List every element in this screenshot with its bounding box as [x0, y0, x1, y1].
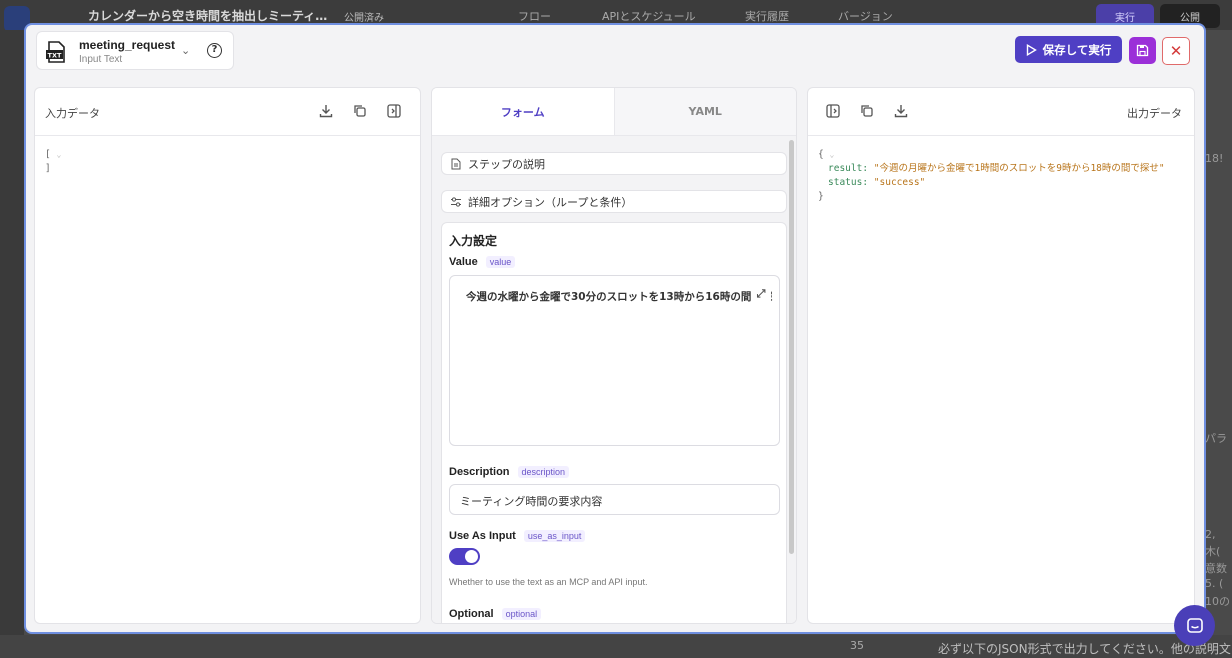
output-data-header: 出力データ — [808, 88, 1194, 136]
value-key-tag: value — [485, 256, 516, 268]
code-line: ] — [45, 163, 51, 174]
description-label: Description — [449, 466, 510, 478]
node-name: meeting_request — [79, 38, 176, 52]
input-data-json: [ ⌄ ] — [45, 148, 61, 176]
code-line: [ ⌄ — [45, 149, 62, 160]
description-field-label: Description description — [449, 466, 570, 478]
copy-icon[interactable] — [352, 103, 368, 119]
optional-key-tag: optional — [501, 608, 542, 620]
description-input[interactable]: ミーティング時間の要求内容 — [449, 484, 780, 515]
value-label: Value — [449, 256, 478, 268]
advanced-options-label: 詳細オプション（ループと条件） — [468, 195, 633, 209]
collapse-panel-icon[interactable] — [386, 103, 402, 119]
value-text: 今週の水曜から金曜で30分のスロットを13時から16時の間で探 — [466, 291, 773, 303]
code-line: } — [818, 191, 824, 202]
tab-yaml[interactable]: YAML — [613, 88, 796, 135]
status-value: "success" — [873, 177, 926, 188]
input-data-header: 入力データ — [35, 88, 420, 136]
save-and-run-label: 保存して実行 — [1042, 42, 1112, 57]
input-settings-title: 入力設定 — [449, 234, 498, 248]
expand-panel-icon[interactable] — [825, 103, 841, 119]
output-data-title: 出力データ — [1127, 107, 1182, 120]
optional-field-label: Optional optional — [449, 608, 542, 620]
sliders-icon — [451, 197, 461, 207]
tab-form[interactable]: フォーム — [432, 88, 614, 135]
result-key: result: — [828, 163, 869, 174]
document-icon — [451, 158, 461, 170]
background-text-fragment: パラ — [1205, 432, 1227, 445]
use-as-input-field-label: Use As Input use_as_input — [449, 530, 586, 542]
settings-panel: フォーム YAML ステップの説明 詳細オプション（ループと条件） 入力設定 V… — [431, 87, 797, 624]
close-button[interactable]: ✕ — [1162, 37, 1190, 65]
advanced-options-toggle[interactable]: 詳細オプション（ループと条件） — [441, 190, 787, 213]
save-and-run-button[interactable]: 保存して実行 — [1015, 36, 1122, 63]
background-tab-history: 実行履歴 — [745, 10, 789, 23]
chevron-down-icon[interactable]: ⌄ — [181, 44, 190, 57]
input-settings-card: 入力設定 Value value 今週の水曜から金曜で30分のスロットを13時か… — [441, 222, 787, 623]
background-text-fragment: 木( — [1205, 545, 1221, 558]
download-icon[interactable] — [318, 103, 334, 119]
status-key: status: — [828, 177, 869, 188]
background-text-fragment: 18! — [1205, 152, 1224, 165]
background-tab-flow: フロー — [518, 10, 551, 23]
svg-text:TXT: TXT — [48, 52, 62, 60]
use-as-input-key-tag: use_as_input — [523, 530, 586, 542]
use-as-input-toggle[interactable] — [449, 548, 480, 565]
value-textarea[interactable]: 今週の水曜から金曜で30分のスロットを13時から16時の間で探 ⤢ — [449, 275, 780, 446]
close-icon: ✕ — [1169, 42, 1183, 60]
modal-header: TXT meeting_request Input Text ⌄ ? 保存して実… — [26, 25, 1204, 81]
optional-label: Optional — [449, 608, 494, 620]
output-data-panel: 出力データ { ⌄ result: "今週の月曜から金曜で1時間のスロットを9時… — [807, 87, 1195, 624]
use-as-input-hint: Whether to use the text as an MCP and AP… — [449, 577, 648, 587]
node-editor-modal: TXT meeting_request Input Text ⌄ ? 保存して実… — [24, 23, 1206, 634]
background-text-fragment: 5. ( — [1205, 577, 1224, 590]
node-type: Input Text — [79, 54, 123, 65]
node-selector[interactable]: TXT meeting_request Input Text ⌄ ? — [36, 31, 234, 70]
input-data-panel: 入力データ [ ⌄ ] — [34, 87, 421, 624]
background-status-badge: 公開済み — [344, 13, 384, 24]
background-text-fragment: 意数 — [1205, 562, 1227, 575]
background-tab-versions: バージョン — [838, 10, 893, 23]
input-data-title: 入力データ — [45, 107, 100, 120]
play-icon — [1026, 43, 1037, 56]
expand-icon[interactable]: ⤢ — [751, 284, 771, 304]
chat-icon — [1186, 617, 1203, 633]
code-line-status: status: "success" — [818, 176, 1165, 190]
save-button[interactable] — [1129, 37, 1156, 64]
help-icon[interactable]: ? — [207, 43, 222, 58]
code-line-result: result: "今週の月曜から金曜で1時間のスロットを9時から18時の間で探せ… — [818, 162, 1165, 176]
description-key-tag: description — [517, 466, 570, 478]
background-doc-title: カレンダーから空き時間を抽出しミーティ… — [88, 9, 328, 23]
copy-icon[interactable] — [859, 103, 875, 119]
floppy-disk-icon — [1136, 44, 1149, 57]
settings-tabs: フォーム YAML — [432, 88, 796, 136]
step-description-toggle[interactable]: ステップの説明 — [441, 152, 787, 175]
result-value: "今週の月曜から金曜で1時間のスロットを9時から18時の間で探せ" — [873, 163, 1165, 174]
download-icon[interactable] — [893, 103, 909, 119]
background-text-fragment: 2, — [1205, 528, 1216, 541]
background-sidebar — [0, 30, 24, 658]
code-line: { ⌄ — [818, 149, 835, 160]
value-field-label: Value value — [449, 256, 516, 268]
background-text-fragment: 10の — [1205, 595, 1230, 608]
form-body: ステップの説明 詳細オプション（ループと条件） 入力設定 Value value… — [432, 136, 796, 623]
scrollbar[interactable] — [789, 140, 794, 554]
output-data-json: { ⌄ result: "今週の月曜から金曜で1時間のスロットを9時から18時の… — [818, 148, 1165, 204]
chat-support-button[interactable] — [1174, 605, 1215, 646]
toggle-knob — [465, 550, 478, 563]
background-tab-api: APIとスケジュール — [602, 10, 696, 23]
background-bottom-number: 35 — [850, 639, 864, 652]
txt-file-icon: TXT — [46, 41, 65, 63]
use-as-input-label: Use As Input — [449, 530, 516, 542]
step-description-label: ステップの説明 — [468, 157, 545, 171]
